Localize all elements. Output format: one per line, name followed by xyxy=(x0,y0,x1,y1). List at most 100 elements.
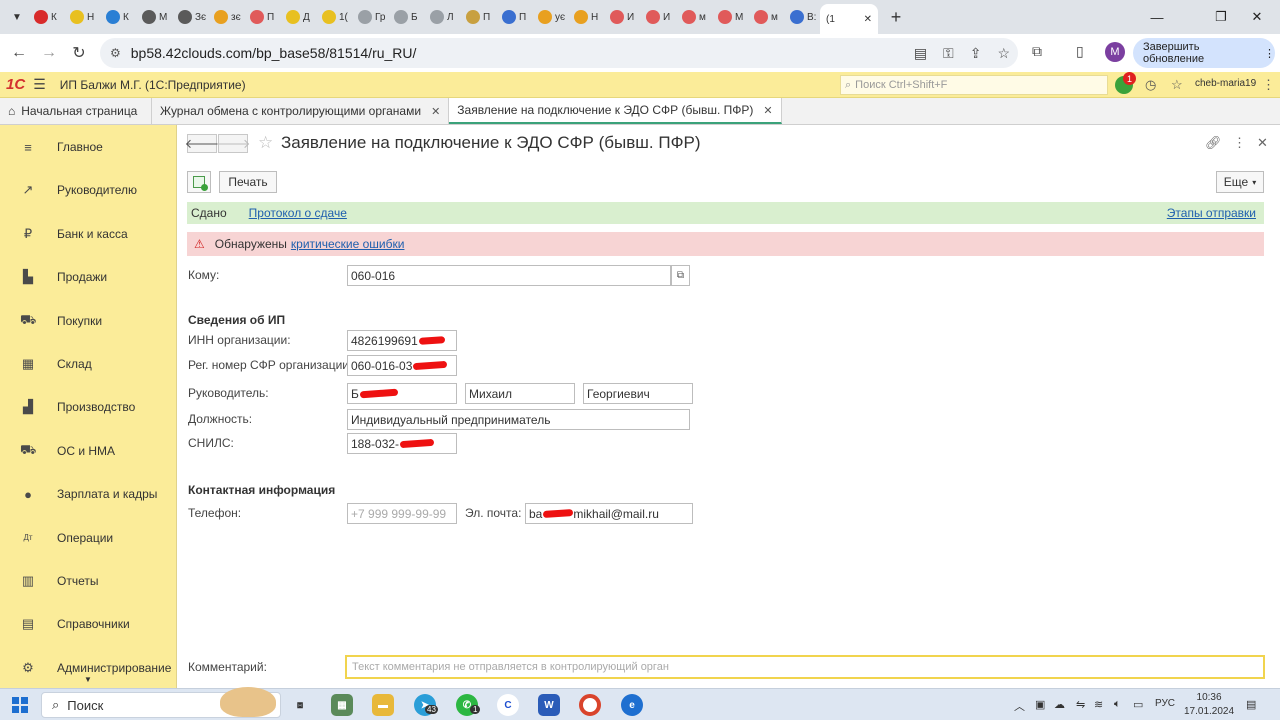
volume-icon[interactable]: 🔈︎ xyxy=(1114,698,1121,711)
browser-tab[interactable]: зє xyxy=(208,4,244,30)
reg-number-field[interactable]: 060-016-03 xyxy=(347,355,457,376)
browser-tab[interactable]: Л xyxy=(424,4,460,30)
sidebar-item[interactable]: ⛟ Покупки xyxy=(0,301,177,341)
tab-exchange-journal[interactable]: Журнал обмена с контролирующими органами… xyxy=(152,98,450,124)
tab-home[interactable]: ⌂ Начальная страница xyxy=(0,98,152,124)
recipient-field[interactable]: 060-016 xyxy=(347,265,671,286)
close-icon[interactable]: ✕ xyxy=(864,14,872,25)
browser-tab[interactable]: И xyxy=(640,4,676,30)
browser-tab[interactable]: В: xyxy=(784,4,820,30)
history-icon[interactable]: ◷ xyxy=(1145,77,1156,93)
inn-field[interactable]: 4826199691 xyxy=(347,330,457,351)
sidebar-item[interactable]: ▟ Производство xyxy=(0,387,177,427)
browser-tab[interactable]: Гр xyxy=(352,4,388,30)
taskbar-search-input[interactable]: ⌕ Поиск xyxy=(41,687,281,718)
browser-tab[interactable]: Зє xyxy=(172,4,208,30)
close-icon[interactable]: ✕ xyxy=(431,105,440,118)
network-icon[interactable]: ⇋ xyxy=(1076,698,1085,711)
site-settings-icon[interactable]: ⚙ xyxy=(110,46,121,60)
file-explorer-icon[interactable]: ▬ xyxy=(372,694,394,716)
search-input[interactable]: ⌕ Поиск Ctrl+Shift+F xyxy=(840,75,1108,95)
position-field[interactable]: Индивидуальный предприниматель xyxy=(347,409,690,430)
windows-start-icon[interactable] xyxy=(12,697,28,713)
language-indicator[interactable]: РУС xyxy=(1155,698,1175,709)
save-button[interactable] xyxy=(187,171,211,193)
sidebar-item[interactable]: ▦ Склад xyxy=(0,344,177,384)
head-lastname-field[interactable]: Б xyxy=(347,383,457,404)
c-app-icon[interactable]: C xyxy=(497,694,519,716)
tray-chevron-icon[interactable]: ︿ xyxy=(1014,698,1025,714)
browser-tab[interactable]: Н xyxy=(568,4,604,30)
task-view-icon[interactable]: ⧈ xyxy=(289,694,311,716)
forward-arrow-icon[interactable]: → xyxy=(34,38,64,68)
bookmark-star-icon[interactable]: ☆ xyxy=(997,45,1010,62)
comment-input[interactable]: Текст комментария не отправляется в конт… xyxy=(345,655,1265,679)
link-icon[interactable]: 🔗︎ xyxy=(1205,135,1222,151)
clipboard-icon[interactable]: ▤ xyxy=(914,45,927,62)
browser-tab[interactable]: К xyxy=(100,4,136,30)
sidebar-item[interactable]: ⛟ ОС и НМА xyxy=(0,431,177,471)
browser-tab-active[interactable]: (1 ✕ xyxy=(820,4,878,34)
edge-icon[interactable]: e xyxy=(621,694,643,716)
favorites-star-icon[interactable]: ☆ xyxy=(1171,77,1183,93)
window-close-icon[interactable]: ✕ xyxy=(1234,0,1280,34)
new-tab-plus-icon[interactable]: + xyxy=(884,7,908,28)
protocol-link[interactable]: Протокол о сдаче xyxy=(249,206,347,220)
onedrive-icon[interactable]: ☁ xyxy=(1054,698,1065,711)
more-dots-icon[interactable]: ⋮ xyxy=(1233,135,1246,151)
browser-tab[interactable]: м xyxy=(748,4,784,30)
critical-errors-link[interactable]: критические ошибки xyxy=(291,237,405,251)
sidebar-item[interactable]: ▙ Продажи xyxy=(0,257,177,297)
tab-edo-application[interactable]: Заявление на подключение к ЭДО СФР (бывш… xyxy=(449,98,782,124)
reload-icon[interactable]: ↻ xyxy=(64,38,94,68)
calculator-icon[interactable]: ▦ xyxy=(331,694,353,716)
email-field[interactable]: ba mikhail@mail.ru xyxy=(525,503,693,524)
profile-avatar[interactable]: M xyxy=(1105,42,1125,62)
browser-tab[interactable]: П xyxy=(244,4,280,30)
browser-tab[interactable]: И xyxy=(604,4,640,30)
browser-tab[interactable]: Д xyxy=(280,4,316,30)
browser-tab[interactable]: П xyxy=(496,4,532,30)
install-app-icon[interactable]: ⇪ xyxy=(970,45,982,62)
user-name[interactable]: cheb-maria19 xyxy=(1195,78,1256,89)
snils-field[interactable]: 188-032- xyxy=(347,433,457,454)
minimize-icon[interactable]: — xyxy=(1134,0,1180,34)
main-menu-icon[interactable]: ☰ xyxy=(33,76,46,93)
browser-tab[interactable]: К xyxy=(28,4,64,30)
sidebar-item[interactable]: ● Зарплата и кадры xyxy=(0,474,177,514)
finish-update-button[interactable]: Завершить обновление ⋮ xyxy=(1133,38,1275,68)
key-icon[interactable]: ⚿ xyxy=(943,45,954,62)
phone-field[interactable]: +7 999 999-99-99 xyxy=(347,503,457,524)
browser-tab[interactable]: ує xyxy=(532,4,568,30)
sidebar-item[interactable]: ▥ Отчеты xyxy=(0,561,177,601)
sidebar-item[interactable]: Дт Операции xyxy=(0,518,177,558)
tab-search-chevron-icon[interactable]: ▼ xyxy=(6,6,28,28)
word-icon[interactable]: W xyxy=(538,694,560,716)
back-arrow-icon[interactable]: ← xyxy=(4,38,34,68)
chrome-icon[interactable] xyxy=(579,694,601,716)
browser-tab[interactable]: М xyxy=(712,4,748,30)
scroll-down-icon[interactable]: ▼ xyxy=(84,675,92,684)
browser-tab[interactable]: 1( xyxy=(316,4,352,30)
browser-tab[interactable]: Б xyxy=(388,4,424,30)
sidebar-item[interactable]: ≡ Главное xyxy=(0,127,177,167)
tray-app-icon[interactable]: ▣ xyxy=(1035,698,1045,711)
head-patronymic-field[interactable]: Георгиевич xyxy=(583,383,693,404)
browser-tab[interactable]: Н xyxy=(64,4,100,30)
sidebar-item[interactable]: ↗ Руководителю xyxy=(0,170,177,210)
browser-tab[interactable]: м xyxy=(676,4,712,30)
battery-icon[interactable]: ▭ xyxy=(1133,698,1143,711)
browser-tab[interactable]: М xyxy=(136,4,172,30)
close-icon[interactable]: ✕ xyxy=(763,104,772,117)
print-button[interactable]: Печать xyxy=(219,171,277,193)
app-menu-icon[interactable]: ⋮ xyxy=(1262,77,1275,93)
url-input[interactable]: ⚙ bp58.42clouds.com/bp_base58/81514/ru_R… xyxy=(100,38,1018,68)
browser-tab[interactable]: П xyxy=(460,4,496,30)
wifi-icon[interactable]: ≋ xyxy=(1094,698,1103,711)
favorite-star-icon[interactable]: ☆ xyxy=(258,133,273,153)
nav-back-button[interactable]: 🡐 xyxy=(185,134,219,153)
sidebar-item[interactable]: ▤ Справочники xyxy=(0,604,177,644)
close-form-icon[interactable]: ✕ xyxy=(1257,135,1268,151)
side-panel-icon[interactable]: ▯ xyxy=(1076,43,1084,60)
extensions-puzzle-icon[interactable]: ⧉ xyxy=(1032,43,1042,60)
